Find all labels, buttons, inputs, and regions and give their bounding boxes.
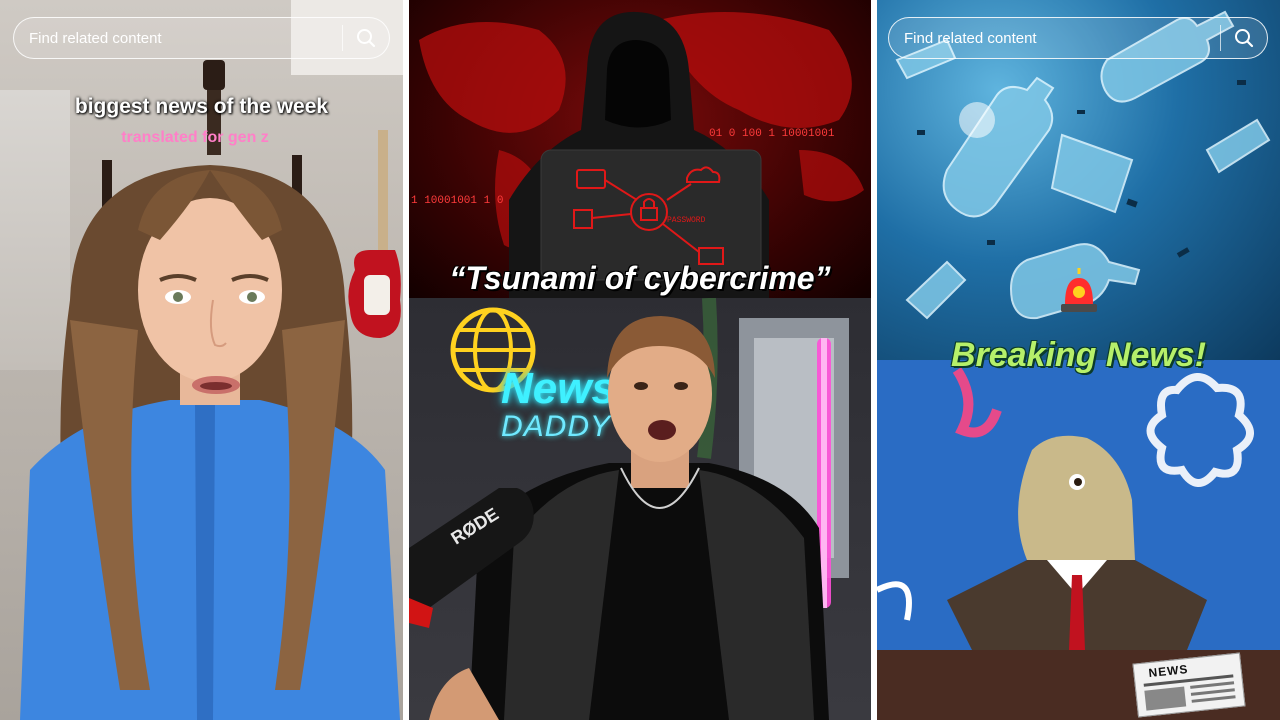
video-panel-middle[interactable]: 01 0 100 1 10001001 1 10001001 1 0 1 PAS… xyxy=(409,0,871,720)
search-icon xyxy=(1235,29,1254,48)
video-caption-quote: “Tsunami of cybercrime” xyxy=(449,260,831,296)
search-icon xyxy=(357,29,376,48)
siren-icon xyxy=(1061,268,1097,312)
video-panel-right[interactable]: NEWS Breaking News! Find related content xyxy=(877,0,1280,720)
newspaper-headline: NEWS xyxy=(1147,662,1190,681)
cartoon-news-scene xyxy=(877,360,1280,650)
search-input-left[interactable]: Find related content xyxy=(14,30,342,47)
search-bar-right[interactable]: Find related content xyxy=(888,17,1268,59)
streamer-scene: News DADDY RØDE xyxy=(409,298,871,720)
hacker-scene: 01 0 100 1 10001001 1 10001001 1 0 1 PAS… xyxy=(409,0,871,298)
newspaper: NEWS xyxy=(1132,652,1246,718)
video-panel-left[interactable]: biggest news of the week translated for … xyxy=(0,0,403,720)
video-caption-subtitle: translated for gen z xyxy=(121,129,269,146)
search-button-left[interactable] xyxy=(343,17,389,59)
laptop-password-label: PASSWORD xyxy=(667,216,706,225)
video-caption-title: biggest news of the week xyxy=(74,95,329,118)
hooded-hacker: PASSWORD xyxy=(509,11,769,298)
video-caption-breaking: Breaking News! xyxy=(950,336,1207,374)
search-bar-left[interactable]: Find related content xyxy=(13,17,390,59)
search-input-right[interactable]: Find related content xyxy=(889,30,1220,47)
search-button-right[interactable] xyxy=(1221,17,1267,59)
sea-flower-illustration xyxy=(877,367,1254,650)
